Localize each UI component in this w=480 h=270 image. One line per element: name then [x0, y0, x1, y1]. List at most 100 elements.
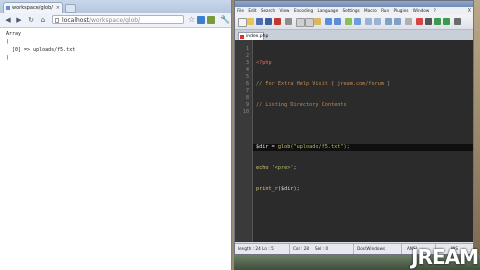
status-eol: Dos\Windows — [357, 246, 386, 251]
line-number: 7 — [245, 88, 249, 94]
address-bar[interactable]: localhost/workspace/glob/ — [52, 15, 184, 24]
print-icon[interactable] — [285, 18, 292, 25]
code-text[interactable]: <?php // For Extra Help Visit { jream.co… — [253, 46, 473, 242]
line-number: 2 — [245, 53, 249, 59]
menu-window[interactable]: Window — [413, 8, 430, 13]
open-folder-icon[interactable] — [247, 18, 254, 25]
line-number: 3 — [245, 60, 249, 66]
line-number: 5 — [245, 74, 249, 80]
page-output: Array ( [0] => uploads/f5.txt ) — [0, 28, 231, 270]
home-icon[interactable]: ⌂ — [39, 16, 47, 24]
line-number-gutter: 1 2 3 4 5 6 7 8 9 10 — [235, 40, 253, 242]
page-favicon-icon — [6, 6, 10, 10]
new-file-icon[interactable] — [238, 18, 247, 27]
desktop-taskbar: JREAM — [234, 245, 480, 270]
copy-icon[interactable] — [305, 18, 314, 27]
line-number: 1 — [245, 46, 249, 52]
record-macro-icon[interactable] — [416, 18, 423, 25]
menu-help[interactable]: ? — [434, 8, 436, 13]
save-macro-icon[interactable] — [454, 18, 461, 25]
new-tab-button[interactable] — [65, 4, 76, 13]
code-editor[interactable]: 1 2 3 4 5 6 7 8 9 10 <?php // For Extra … — [235, 40, 473, 242]
forward-arrow-icon[interactable]: ▶ — [15, 16, 23, 24]
status-sel: Sel : 0 — [315, 246, 329, 251]
paste-icon[interactable] — [314, 18, 321, 25]
code-line: // For Extra Help Visit { jream.com/foru… — [256, 81, 473, 88]
cut-icon[interactable] — [296, 18, 305, 27]
code-argument: ("uploads/f5.txt"); — [290, 144, 350, 150]
menu-language[interactable]: Language — [317, 8, 338, 13]
wrench-menu-icon[interactable]: 🔧 — [220, 15, 230, 24]
menu-file[interactable]: File — [237, 8, 244, 13]
editor-toolbar — [235, 15, 473, 30]
reload-icon[interactable]: ↻ — [27, 16, 35, 24]
line-number: 8 — [245, 95, 249, 101]
url-host: localhost — [62, 17, 89, 24]
code-line-current: $dir = glob("uploads/f5.txt"); — [253, 144, 473, 151]
file-modified-icon — [240, 35, 244, 39]
browser-tab[interactable]: workspace/glob/ × — [3, 2, 63, 13]
undo-icon[interactable] — [325, 18, 332, 25]
code-comment: // For Extra Help Visit { jream.com/foru… — [256, 81, 391, 87]
output-line: [0] => uploads/f5.txt — [12, 47, 76, 53]
run-macro-icon[interactable] — [443, 18, 450, 25]
bookmark-star-icon[interactable]: ☆ — [188, 15, 195, 24]
word-wrap-icon[interactable] — [394, 18, 401, 25]
php-open-tag: <?php — [256, 60, 272, 66]
browser-tabstrip: workspace/glob/ × — [0, 0, 231, 13]
menu-plugins[interactable]: Plugins — [393, 8, 408, 13]
code-line: <?php — [256, 60, 473, 67]
code-line: print_r($dir); — [256, 186, 473, 193]
menu-search[interactable]: Search — [261, 8, 275, 13]
close-document-icon[interactable]: X — [468, 8, 471, 14]
code-line: // Listing Directory Contents — [256, 102, 473, 109]
status-divider — [353, 244, 354, 254]
menu-settings[interactable]: Settings — [343, 8, 360, 13]
sync-scroll-icon[interactable] — [385, 18, 392, 25]
replace-icon[interactable] — [354, 18, 361, 25]
output-line: ) — [6, 55, 10, 61]
line-number: 10 — [242, 109, 249, 115]
zoom-in-icon[interactable] — [365, 18, 372, 25]
jream-logo: JREAM — [411, 245, 479, 269]
line-number: 9 — [245, 102, 249, 108]
code-terminator: ; — [293, 165, 297, 171]
menu-encoding[interactable]: Encoding — [294, 8, 313, 13]
browser-toolbar: ◀ ▶ ↻ ⌂ localhost/workspace/glob/ ☆ 🔧 — [0, 13, 231, 28]
line-number: 4 — [245, 67, 249, 73]
code-variable: $dir — [256, 144, 269, 150]
menu-run[interactable]: Run — [381, 8, 389, 13]
code-keyword: echo — [256, 165, 269, 171]
menu-edit[interactable]: Edit — [248, 8, 256, 13]
zoom-out-icon[interactable] — [374, 18, 381, 25]
browser-tab-title: workspace/glob/ — [12, 5, 53, 11]
code-function: print_r — [256, 186, 278, 192]
extension-icon[interactable] — [197, 16, 205, 24]
close-icon[interactable] — [274, 18, 281, 25]
url-path: /workspace/glob/ — [88, 17, 141, 24]
indent-guide-icon[interactable] — [405, 18, 412, 25]
stop-macro-icon[interactable] — [425, 18, 432, 25]
redo-icon[interactable] — [334, 18, 341, 25]
code-string: '<pre>' — [268, 165, 294, 171]
back-arrow-icon[interactable]: ◀ — [4, 16, 12, 24]
code-argument: ($dir); — [277, 186, 300, 192]
play-macro-icon[interactable] — [434, 18, 441, 25]
menu-view[interactable]: View — [280, 8, 290, 13]
find-icon[interactable] — [345, 18, 352, 25]
close-tab-icon[interactable]: × — [56, 3, 60, 13]
editor-window: File Edit Search View Encoding Language … — [234, 0, 474, 255]
output-line: ( — [6, 39, 10, 45]
status-length: length : 24 Ln : 5 — [238, 246, 274, 251]
status-col: Col : 28 — [293, 246, 310, 251]
file-tab[interactable]: index.php — [238, 32, 268, 40]
extension-icon-2[interactable] — [207, 16, 215, 24]
menu-macro[interactable]: Macro — [364, 8, 377, 13]
save-icon[interactable] — [256, 18, 263, 25]
editor-menubar: File Edit Search View Encoding Language … — [235, 7, 473, 15]
code-operator: = — [268, 144, 278, 150]
line-number: 6 — [245, 81, 249, 87]
save-all-icon[interactable] — [265, 18, 272, 25]
